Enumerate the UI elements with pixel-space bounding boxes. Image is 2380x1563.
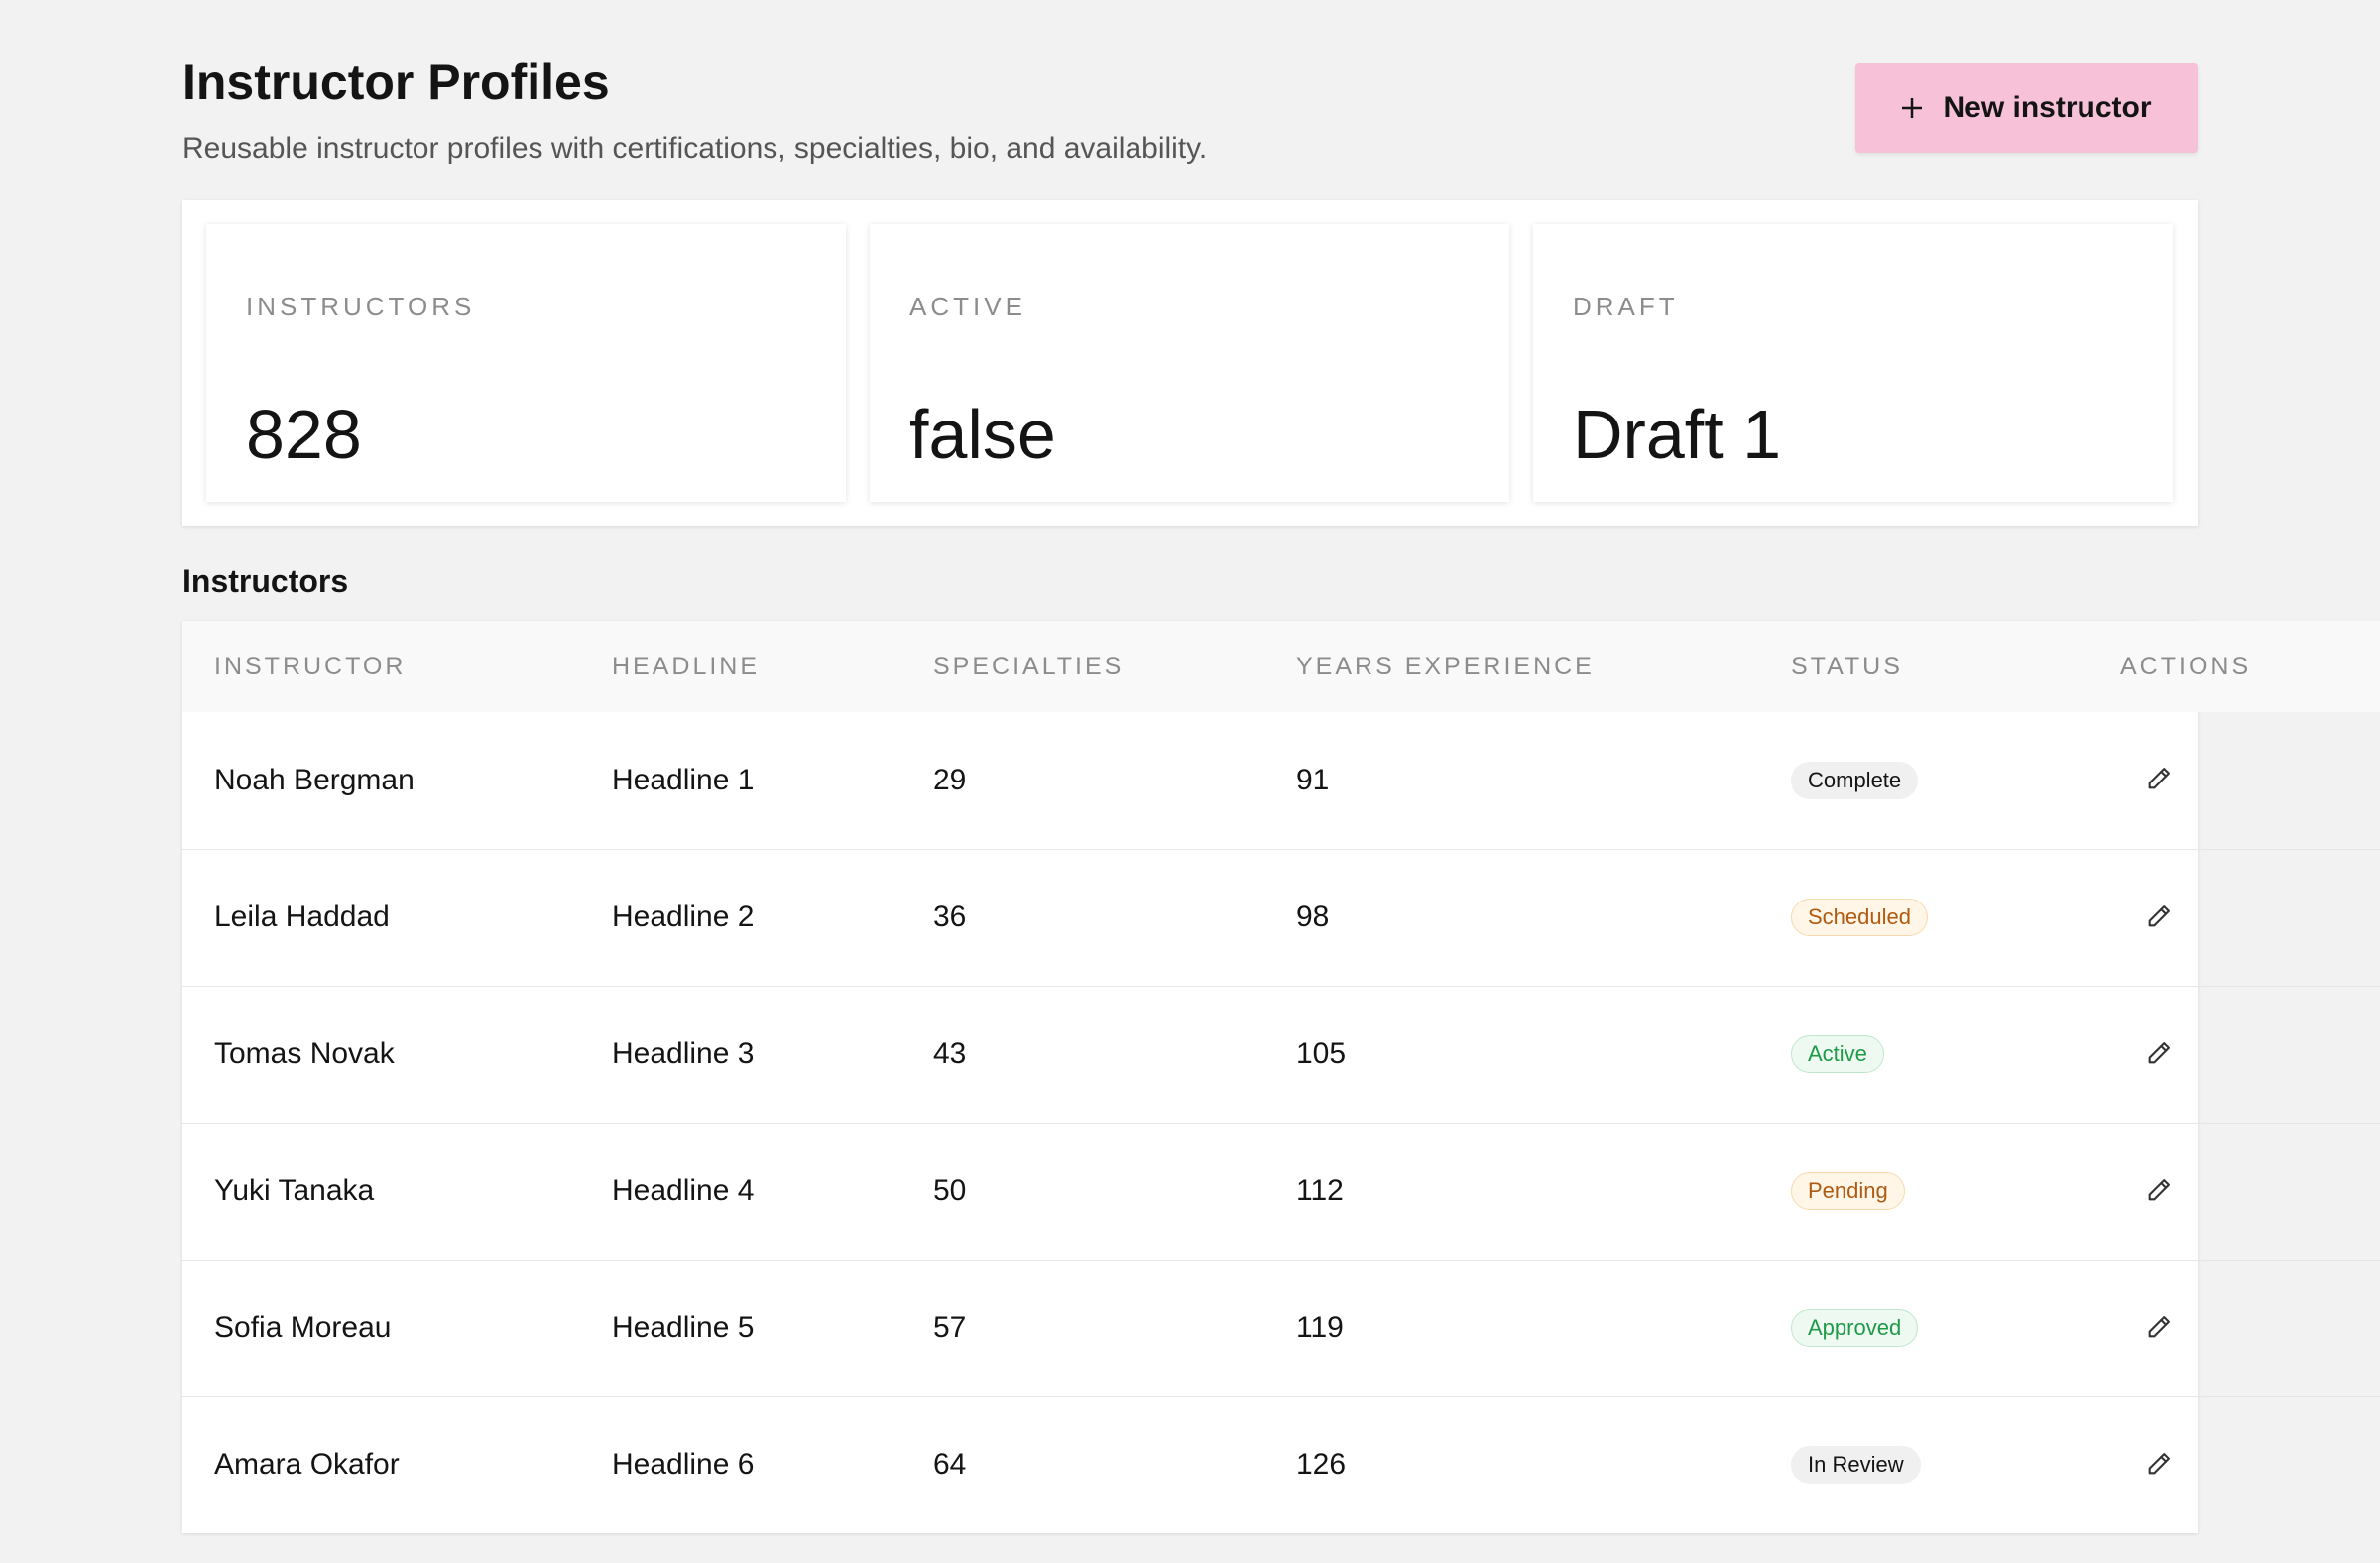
status-badge: In Review [1791, 1446, 1921, 1485]
cell-headline: Headline 5 [612, 1311, 755, 1344]
page-header: Instructor Profiles Reusable instructor … [182, 0, 2198, 198]
section-title-instructors: Instructors [182, 563, 349, 599]
stat-value: false [909, 396, 1056, 473]
stat-card-instructors: INSTRUCTORS 828 [206, 224, 846, 502]
pencil-icon [2145, 1176, 2173, 1207]
cell-years-experience: 91 [1296, 763, 1330, 796]
stat-value: 828 [246, 396, 362, 473]
edit-button[interactable] [2137, 1169, 2181, 1213]
cell-specialties: 29 [933, 763, 967, 796]
column-header-actions: ACTIONS [2120, 652, 2252, 680]
cell-years-experience: 112 [1296, 1174, 1344, 1207]
column-header-headline[interactable]: HEADLINE [580, 621, 901, 712]
status-badge: Pending [1791, 1172, 1905, 1210]
cell-specialties: 36 [933, 901, 967, 933]
cell-actions [2088, 712, 2380, 849]
cell-actions [2088, 1396, 2380, 1533]
instructor-profiles-page: Instructor Profiles Reusable instructor … [182, 0, 2380, 1533]
table-row[interactable]: Tomas Novak Headline 3 43 105 Active [182, 986, 2380, 1123]
table-header-row: INSTRUCTOR HEADLINE SPECIALTIES YEARS EX… [182, 621, 2380, 712]
cell-instructor: Leila Haddad [214, 901, 390, 933]
cell-instructor: Yuki Tanaka [214, 1174, 375, 1207]
cell-years-experience: 119 [1296, 1311, 1344, 1344]
cell-specialties: 43 [933, 1037, 967, 1070]
new-instructor-button-label: New instructor [1943, 91, 2152, 124]
cell-specialties: 64 [933, 1448, 967, 1482]
page-title: Instructor Profiles [182, 55, 610, 110]
cell-status: Approved [1759, 1260, 2088, 1396]
edit-button[interactable] [2137, 1443, 2181, 1487]
cell-headline: Headline 1 [612, 763, 755, 796]
status-badge: Active [1791, 1035, 1884, 1073]
stat-card-draft: DRAFT Draft 1 [1533, 224, 2173, 502]
table-row[interactable]: Amara Okafor Headline 6 64 126 In Review [182, 1396, 2380, 1533]
cell-actions [2088, 986, 2380, 1123]
status-badge: Approved [1791, 1309, 1919, 1347]
table-row[interactable]: Sofia Moreau Headline 5 57 119 Approved [182, 1260, 2380, 1396]
column-header-instructor[interactable]: INSTRUCTOR [182, 621, 580, 712]
cell-status: In Review [1759, 1396, 2088, 1533]
pencil-icon [2145, 1450, 2173, 1481]
instructors-table-container: INSTRUCTOR HEADLINE SPECIALTIES YEARS EX… [182, 621, 2380, 1533]
cell-years-experience: 126 [1296, 1448, 1347, 1482]
cell-specialties: 50 [933, 1174, 967, 1207]
cell-instructor: Tomas Novak [214, 1037, 395, 1070]
cell-instructor: Sofia Moreau [214, 1311, 392, 1344]
column-header-status[interactable]: STATUS [1759, 621, 2088, 712]
table-row[interactable]: Yuki Tanaka Headline 4 50 112 Pending [182, 1123, 2380, 1260]
cell-years-experience: 98 [1296, 901, 1330, 933]
plus-icon [1901, 97, 1923, 119]
stat-label: ACTIVE [909, 292, 1026, 321]
column-header-specialties[interactable]: SPECIALTIES [901, 621, 1264, 712]
pencil-icon [2145, 1313, 2173, 1344]
edit-button[interactable] [2137, 1306, 2181, 1350]
cell-actions [2088, 849, 2380, 986]
cell-instructor: Amara Okafor [214, 1448, 400, 1482]
stat-label: INSTRUCTORS [246, 292, 476, 321]
cell-specialties: 57 [933, 1311, 967, 1344]
cell-headline: Headline 3 [612, 1037, 755, 1070]
edit-button[interactable] [2137, 896, 2181, 939]
instructors-table: INSTRUCTOR HEADLINE SPECIALTIES YEARS EX… [182, 621, 2380, 1533]
pencil-icon [2145, 902, 2173, 933]
cell-headline: Headline 2 [612, 901, 755, 933]
cell-actions [2088, 1123, 2380, 1260]
stat-card-active: ACTIVE false [870, 224, 1509, 502]
cell-status: Scheduled [1759, 849, 2088, 986]
new-instructor-button[interactable]: New instructor [1855, 63, 2198, 153]
table-row[interactable]: Leila Haddad Headline 2 36 98 Scheduled [182, 849, 2380, 986]
cell-status: Complete [1759, 712, 2088, 849]
status-badge: Scheduled [1791, 899, 1928, 936]
edit-button[interactable] [2137, 759, 2181, 802]
cell-instructor: Noah Bergman [214, 763, 415, 796]
cell-years-experience: 105 [1296, 1037, 1347, 1070]
stat-value: Draft 1 [1573, 396, 1782, 473]
cell-actions [2088, 1260, 2380, 1396]
table-row[interactable]: Noah Bergman Headline 1 29 91 Complete [182, 712, 2380, 849]
cell-status: Active [1759, 986, 2088, 1123]
stats-panel: INSTRUCTORS 828 ACTIVE false DRAFT Draft… [182, 200, 2198, 526]
cell-headline: Headline 4 [612, 1174, 755, 1207]
pencil-icon [2145, 765, 2173, 795]
column-header-years-experience[interactable]: YEARS EXPERIENCE [1264, 621, 1759, 712]
page-subtitle: Reusable instructor profiles with certif… [182, 132, 1208, 165]
cell-status: Pending [1759, 1123, 2088, 1260]
edit-button[interactable] [2137, 1032, 2181, 1076]
stat-label: DRAFT [1573, 292, 1679, 321]
cell-headline: Headline 6 [612, 1448, 755, 1482]
pencil-icon [2145, 1039, 2173, 1070]
status-badge: Complete [1791, 761, 1919, 799]
